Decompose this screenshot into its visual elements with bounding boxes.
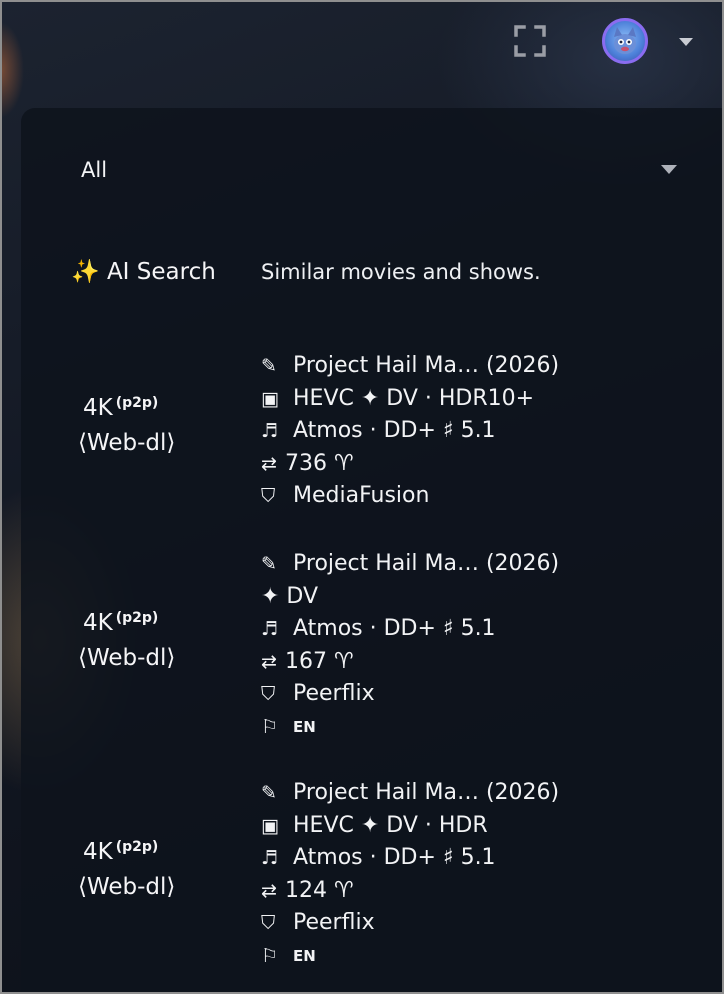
flag-icon: ⚐	[261, 715, 279, 738]
filter-selected-value: All	[81, 158, 108, 182]
flag-icon: ⚐	[261, 944, 279, 967]
chevron-down-icon	[661, 165, 677, 174]
stream-language: EN	[293, 946, 316, 965]
stream-peers: 124 ♈	[285, 877, 354, 903]
stream-details: ✎ Project Hail Ma… (2026) ✦ DV ♬ Atmos · D…	[261, 548, 559, 743]
peers-icon: ⇄	[261, 650, 277, 673]
shield-icon: ⛉	[261, 912, 276, 935]
music-icon: ♬	[261, 847, 279, 870]
stream-title: Project Hail Ma… (2026)	[293, 353, 560, 379]
ai-search-title: AI Search	[106, 259, 216, 285]
stream-rip: ⟨Web-dl⟩	[78, 874, 176, 900]
ai-search-item[interactable]: ✨ AI Search Similar movies and shows.	[21, 258, 701, 298]
stream-audio: Atmos · DD+ ♯ 5.1	[293, 845, 496, 871]
stream-details: ✎ Project Hail Ma… (2026) ▣ HEVC ✦ DV · HD…	[261, 350, 559, 513]
stream-rip: ⟨Web-dl⟩	[78, 430, 176, 456]
music-icon: ♬	[261, 618, 279, 641]
pencil-icon: ✎	[261, 553, 277, 576]
fullscreen-icon[interactable]	[513, 24, 547, 58]
shield-icon: ⛉	[261, 485, 276, 508]
stream-language: EN	[293, 717, 316, 736]
stream-video: ✦ DV	[261, 583, 319, 609]
ai-search-description: Similar movies and shows.	[261, 260, 541, 284]
pencil-icon: ✎	[261, 355, 277, 378]
stream-quality: 4K (p2p)	[83, 839, 159, 865]
stream-item[interactable]: 4K (p2p) ⟨Web-dl⟩ ✎ Project Hail Ma… (2026…	[21, 350, 701, 515]
avatar[interactable]	[602, 18, 648, 64]
pencil-icon: ✎	[261, 782, 277, 805]
stream-quality: 4K (p2p)	[83, 610, 159, 636]
stream-title: Project Hail Ma… (2026)	[293, 551, 560, 577]
stream-quality: 4K (p2p)	[83, 395, 159, 421]
stream-rip: ⟨Web-dl⟩	[78, 645, 176, 671]
peers-icon: ⇄	[261, 452, 277, 475]
stream-item[interactable]: 4K (p2p) ⟨Web-dl⟩ ✎ Project Hail Ma… (2026…	[21, 777, 701, 972]
shield-icon: ⛉	[261, 683, 276, 706]
sparkles-icon: ✨	[71, 259, 100, 285]
stream-video: HEVC ✦ DV · HDR10+	[293, 385, 535, 411]
stream-audio: Atmos · DD+ ♯ 5.1	[293, 418, 496, 444]
music-icon: ♬	[261, 420, 279, 443]
top-bar	[0, 0, 724, 90]
chevron-down-icon[interactable]	[679, 38, 693, 46]
addon-filter-select[interactable]: All	[21, 130, 701, 210]
stream-audio: Atmos · DD+ ♯ 5.1	[293, 616, 496, 642]
peers-icon: ⇄	[261, 879, 277, 902]
stream-details: ✎ Project Hail Ma… (2026) ▣ HEVC ✦ DV · HD…	[261, 777, 559, 972]
stream-source: Peerflix	[293, 910, 375, 936]
stream-title: Project Hail Ma… (2026)	[293, 780, 560, 806]
stream-peers: 736 ♈	[285, 450, 354, 476]
stream-item[interactable]: 4K (p2p) ⟨Web-dl⟩ ✎ Project Hail Ma… (2026…	[21, 548, 701, 743]
stream-source: MediaFusion	[293, 483, 430, 509]
stream-peers: 167 ♈	[285, 648, 354, 674]
avatar-image	[614, 27, 636, 54]
ai-search-label: ✨ AI Search	[71, 258, 216, 285]
stream-video: HEVC ✦ DV · HDR	[293, 812, 488, 838]
video-icon: ▣	[261, 387, 279, 410]
video-icon: ▣	[261, 814, 279, 837]
stream-source: Peerflix	[293, 681, 375, 707]
